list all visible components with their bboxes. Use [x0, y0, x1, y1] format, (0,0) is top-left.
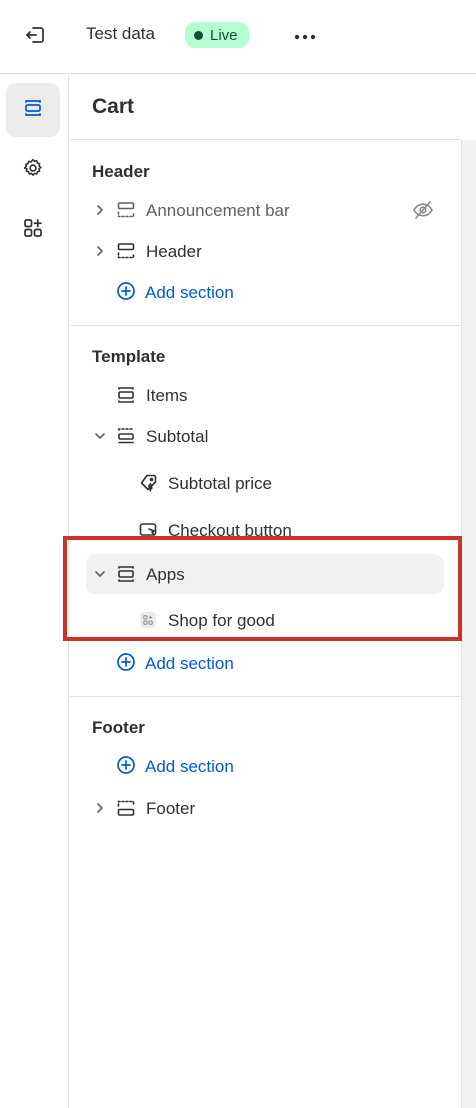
- status-badge-label: Live: [210, 26, 238, 44]
- rail-sections-button[interactable]: [6, 83, 60, 137]
- rail-apps-button[interactable]: [6, 203, 60, 257]
- section-label: Items: [146, 386, 188, 405]
- section-row-apps[interactable]: Apps: [86, 554, 444, 594]
- section-row-items[interactable]: Items: [86, 375, 444, 415]
- template-list-clip: Items Subtotal Subtotal price Checkout b…: [70, 75, 461, 545]
- status-badge: Live: [185, 22, 249, 48]
- section-label: Subtotal: [146, 427, 209, 446]
- chevron-down-icon[interactable]: [92, 566, 108, 582]
- plus-circle-icon: [116, 652, 136, 677]
- left-rail: [0, 75, 69, 1108]
- gear-icon: [22, 157, 44, 184]
- section-row-footer[interactable]: Footer: [86, 788, 444, 828]
- sections-panel: Cart Header Announcement bar Header Add …: [70, 75, 461, 1108]
- group-title-footer: Footer: [92, 718, 145, 737]
- block-label: Subtotal price: [168, 474, 272, 493]
- section-icon: [116, 564, 136, 584]
- divider: [70, 696, 461, 697]
- add-section-label: Add section: [145, 654, 234, 673]
- section-label: Footer: [146, 799, 196, 818]
- chevron-right-icon[interactable]: [92, 800, 108, 816]
- block-row-shop-for-good[interactable]: Shop for good: [86, 600, 444, 640]
- plus-circle-icon: [116, 755, 136, 780]
- top-bar: Test data Live: [0, 0, 476, 74]
- section-label: Apps: [146, 565, 185, 584]
- theme-name: Test data: [86, 24, 155, 43]
- more-actions-button[interactable]: [290, 22, 320, 50]
- section-icon: [116, 426, 136, 446]
- ellipsis-icon: [293, 27, 317, 45]
- apps-add-icon: [22, 217, 44, 244]
- footer-section-icon: [116, 798, 136, 818]
- add-section-label: Add section: [145, 757, 234, 776]
- preview-edge: [461, 140, 476, 1108]
- block-label: Shop for good: [168, 611, 275, 630]
- exit-icon: [24, 24, 46, 51]
- section-row-subtotal[interactable]: Subtotal: [86, 416, 444, 456]
- block-label: Checkout button: [168, 521, 292, 540]
- section-icon: [116, 385, 136, 405]
- button-block-icon: [138, 520, 158, 540]
- block-row-checkout-button[interactable]: Checkout button: [86, 510, 444, 545]
- sections-icon: [22, 97, 44, 124]
- add-section-button-footer[interactable]: Add section: [116, 752, 234, 782]
- block-row-subtotal-price[interactable]: Subtotal price: [86, 463, 444, 503]
- status-dot: [194, 30, 203, 40]
- chevron-down-icon[interactable]: [92, 428, 108, 444]
- add-section-button-template[interactable]: Add section: [116, 649, 234, 679]
- exit-button[interactable]: [18, 20, 52, 54]
- price-tag-icon: [138, 473, 158, 493]
- app-block-icon: [138, 610, 158, 630]
- rail-settings-button[interactable]: [6, 143, 60, 197]
